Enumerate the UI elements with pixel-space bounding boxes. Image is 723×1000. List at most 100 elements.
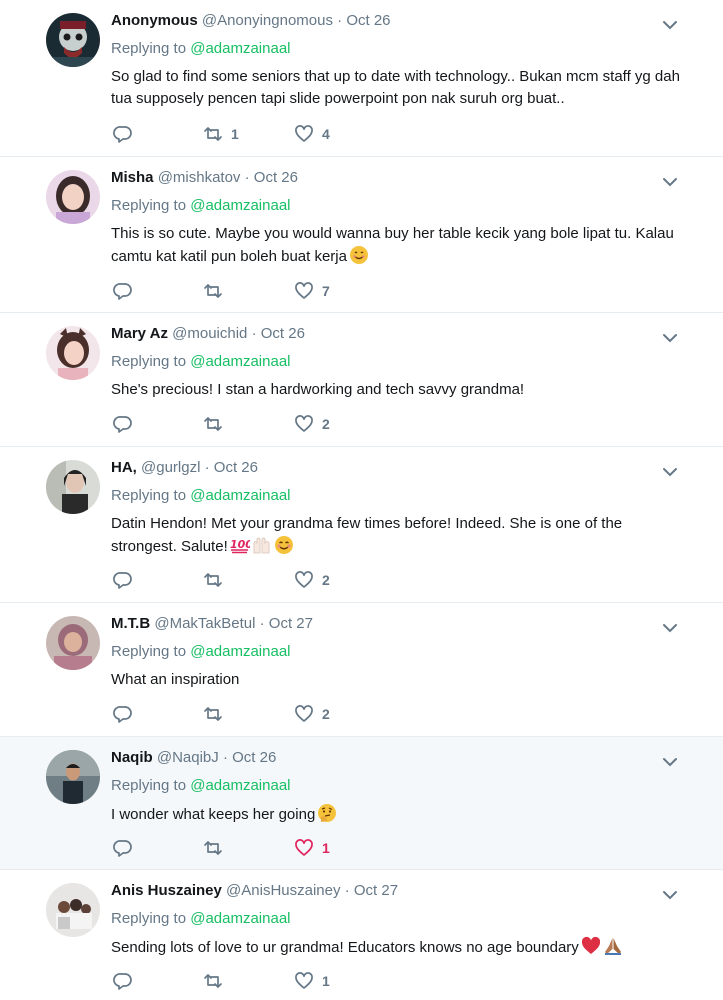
replying-to-user-link[interactable]: @adamzainaal xyxy=(190,197,290,214)
avatar[interactable] xyxy=(46,13,100,67)
retweet-button[interactable] xyxy=(203,971,231,991)
separator: · xyxy=(244,169,250,186)
replying-to-user-link[interactable]: @adamzainaal xyxy=(190,40,290,57)
separator: · xyxy=(204,459,210,476)
chevron-down-icon[interactable] xyxy=(661,329,679,347)
avatar[interactable] xyxy=(46,460,100,514)
reply-button[interactable] xyxy=(113,838,133,858)
replying-to-user-link[interactable]: @adamzainaal xyxy=(190,643,290,660)
like-count: 2 xyxy=(322,706,330,722)
tweet-date[interactable]: Oct 26 xyxy=(232,749,276,766)
user-handle[interactable]: @gurlgzl xyxy=(141,459,200,476)
like-button[interactable]: 7 xyxy=(294,281,330,301)
retweet-button[interactable] xyxy=(203,704,231,724)
tweet-date[interactable]: Oct 27 xyxy=(269,615,313,632)
chevron-down-icon[interactable] xyxy=(661,886,679,904)
tweet-text: This is so cute. Maybe you would wanna b… xyxy=(111,223,681,268)
tweet[interactable]: Naqib @NaqibJ · Oct 26 Replying to @adam… xyxy=(0,737,723,870)
tweet[interactable]: Anonymous @Anonyingnomous · Oct 26 Reply… xyxy=(0,0,723,157)
user-handle[interactable]: @mouichid xyxy=(172,325,247,342)
like-button[interactable]: 2 xyxy=(294,704,330,724)
retweet-button[interactable] xyxy=(203,570,231,590)
display-name[interactable]: HA, xyxy=(111,459,137,476)
replying-to-user-link[interactable]: @adamzainaal xyxy=(190,353,290,370)
tweet-header: Misha @mishkatov · Oct 26 xyxy=(111,169,298,186)
reply-button[interactable] xyxy=(113,971,133,991)
user-handle[interactable]: @Anonyingnomous xyxy=(202,12,333,29)
tweet-text-content: This is so cute. Maybe you would wanna b… xyxy=(111,225,674,265)
retweet-icon xyxy=(204,573,222,587)
like-button[interactable]: 1 xyxy=(294,971,330,991)
user-handle[interactable]: @MakTakBetul xyxy=(154,615,255,632)
tweet-text: Sending lots of love to ur grandma! Educ… xyxy=(111,936,681,959)
like-button[interactable]: 2 xyxy=(294,414,330,434)
reply-icon xyxy=(113,283,132,300)
reply-button[interactable] xyxy=(113,124,133,144)
tweet-text: Datin Hendon! Met your grandma few times… xyxy=(111,513,681,558)
separator: · xyxy=(222,749,228,766)
retweet-button[interactable]: 1 xyxy=(203,124,239,144)
hundred-points-emoji: 100 xyxy=(230,538,250,554)
tweet[interactable]: HA, @gurlgzl · Oct 26 Replying to @adamz… xyxy=(0,447,723,603)
reply-feed: Anonymous @Anonyingnomous · Oct 26 Reply… xyxy=(0,0,723,1000)
display-name[interactable]: Misha xyxy=(111,169,154,186)
tweet-date[interactable]: Oct 26 xyxy=(254,169,298,186)
like-count: 7 xyxy=(322,283,330,299)
separator: · xyxy=(337,12,343,29)
retweet-button[interactable] xyxy=(203,414,231,434)
like-count: 1 xyxy=(322,840,330,856)
replying-to-label: Replying to xyxy=(111,487,187,504)
heart-icon xyxy=(295,705,313,722)
tweet-date[interactable]: Oct 26 xyxy=(346,12,390,29)
retweet-button[interactable] xyxy=(203,838,231,858)
replying-to: Replying to @adamzainaal xyxy=(111,777,291,794)
replying-to-user-link[interactable]: @adamzainaal xyxy=(190,487,290,504)
display-name[interactable]: Anis Huszainey xyxy=(111,882,222,899)
tweet-text: What an inspiration xyxy=(111,669,681,691)
replying-to-user-link[interactable]: @adamzainaal xyxy=(190,777,290,794)
like-button[interactable]: 4 xyxy=(294,124,330,144)
tweet[interactable]: Mary Az @mouichid · Oct 26 Replying to @… xyxy=(0,313,723,447)
raising-hands-emoji xyxy=(253,537,270,554)
chevron-down-icon[interactable] xyxy=(661,463,679,481)
reply-button[interactable] xyxy=(113,570,133,590)
tweet-header: Naqib @NaqibJ · Oct 26 xyxy=(111,749,276,766)
tweet-text-content: What an inspiration xyxy=(111,671,240,688)
smiling-blush-emoji xyxy=(274,536,293,554)
tweet[interactable]: M.T.B @MakTakBetul · Oct 27 Replying to … xyxy=(0,603,723,737)
avatar[interactable] xyxy=(46,170,100,224)
chevron-down-icon[interactable] xyxy=(661,173,679,191)
tweet[interactable]: Misha @mishkatov · Oct 26 Replying to @a… xyxy=(0,157,723,313)
user-handle[interactable]: @NaqibJ xyxy=(157,749,219,766)
tweet-text: I wonder what keeps her going xyxy=(111,803,681,826)
retweet-button[interactable] xyxy=(203,281,231,301)
display-name[interactable]: Naqib xyxy=(111,749,153,766)
chevron-down-icon[interactable] xyxy=(661,16,679,34)
reply-button[interactable] xyxy=(113,281,133,301)
replying-to: Replying to @adamzainaal xyxy=(111,353,291,370)
tweet-date[interactable]: Oct 27 xyxy=(354,882,398,899)
user-handle[interactable]: @AnisHuszainey xyxy=(226,882,340,899)
user-handle[interactable]: @mishkatov xyxy=(158,169,241,186)
chevron-down-icon[interactable] xyxy=(661,753,679,771)
retweet-count: 1 xyxy=(231,126,239,142)
avatar[interactable] xyxy=(46,326,100,380)
reply-button[interactable] xyxy=(113,704,133,724)
display-name[interactable]: M.T.B xyxy=(111,615,150,632)
like-button[interactable]: 2 xyxy=(294,570,330,590)
reply-button[interactable] xyxy=(113,414,133,434)
tweet-date[interactable]: Oct 26 xyxy=(214,459,258,476)
like-button[interactable]: 1 xyxy=(294,838,330,858)
chevron-down-icon[interactable] xyxy=(661,619,679,637)
avatar[interactable] xyxy=(46,883,100,937)
tweet[interactable]: Anis Huszainey @AnisHuszainey · Oct 27 R… xyxy=(0,870,723,1000)
avatar[interactable] xyxy=(46,616,100,670)
tweet-text: So glad to find some seniors that up to … xyxy=(111,66,681,110)
display-name[interactable]: Mary Az xyxy=(111,325,168,342)
tweet-date[interactable]: Oct 26 xyxy=(261,325,305,342)
reply-icon xyxy=(113,840,132,857)
retweet-icon xyxy=(204,127,222,141)
replying-to-user-link[interactable]: @adamzainaal xyxy=(190,910,290,927)
display-name[interactable]: Anonymous xyxy=(111,12,198,29)
avatar[interactable] xyxy=(46,750,100,804)
